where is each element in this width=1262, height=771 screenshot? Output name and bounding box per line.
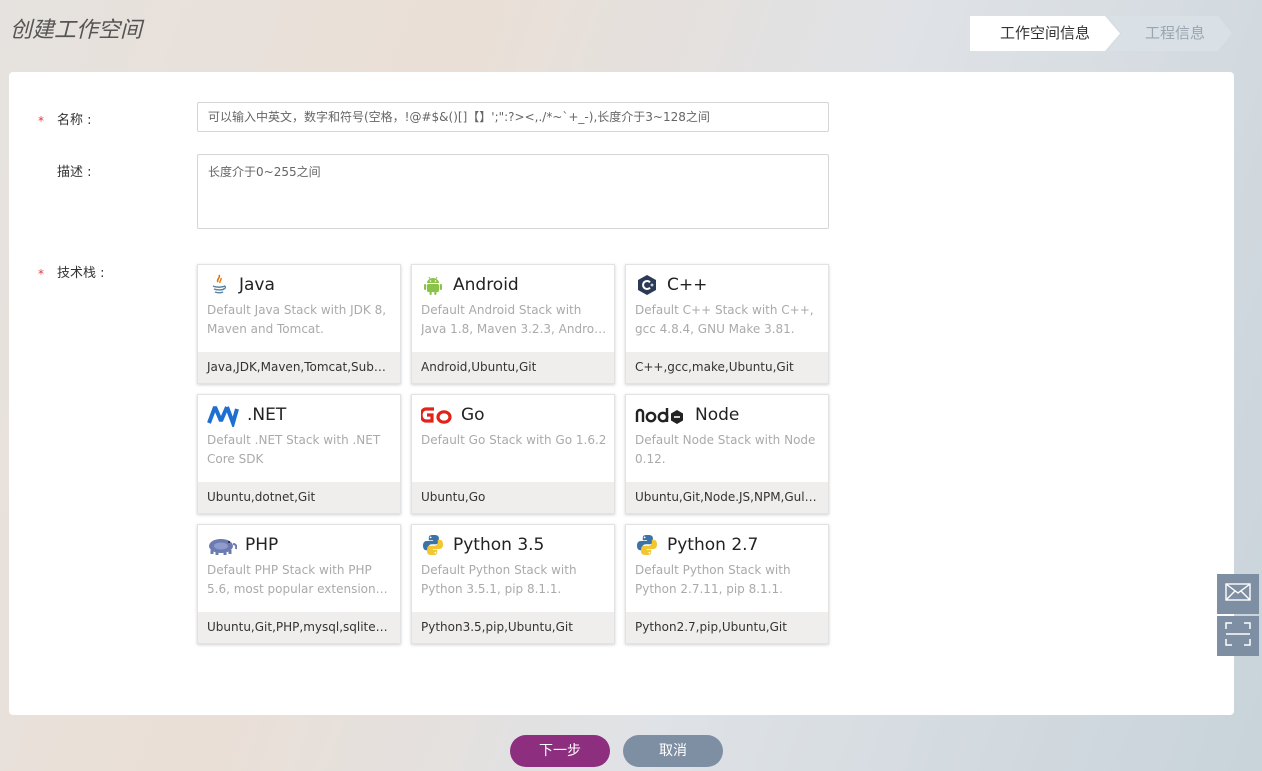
stack-card-java[interactable]: Java Default Java Stack with JDK 8, Mave… xyxy=(197,264,401,384)
name-label: 名称 : xyxy=(57,113,92,128)
stack-card-title: Android xyxy=(453,275,519,295)
stack-card-tags: Python3.5,pip,Ubuntu,Git xyxy=(412,612,614,643)
scan-icon xyxy=(1225,622,1251,650)
page-title: 创建工作空间 xyxy=(10,18,143,43)
stack-card-desc: Default Python Stack with Python 2.7.11,… xyxy=(635,563,791,596)
stack-card-desc: Default Android Stack with Java 1.8, Mav… xyxy=(421,303,606,336)
stack-card-php[interactable]: PHP Default PHP Stack with PHP 5.6, most… xyxy=(197,524,401,644)
form-panel: * 名称 : 描述 : * 技术栈 : Java Default Java St… xyxy=(9,72,1234,715)
stack-card-title: C++ xyxy=(667,275,708,295)
required-mark-stack: * xyxy=(38,267,44,281)
cancel-button[interactable]: 取消 xyxy=(623,735,723,767)
stack-card-cpp[interactable]: C++ Default C++ Stack with C++, gcc 4.8.… xyxy=(625,264,829,384)
stack-card-title: Python 2.7 xyxy=(667,535,759,555)
cpp-icon xyxy=(635,273,659,297)
stack-card-title: Java xyxy=(239,275,275,295)
stack-card-tags: Ubuntu,dotnet,Git xyxy=(198,482,400,513)
stack-card-dotnet[interactable]: .NET Default .NET Stack with .NET Core S… xyxy=(197,394,401,514)
android-icon xyxy=(421,273,445,297)
stack-card-title: Python 3.5 xyxy=(453,535,545,555)
wizard-steps: 工程信息 工作空间信息 xyxy=(970,16,1232,51)
stack-card-desc: Default .NET Stack with .NET Core SDK xyxy=(207,433,381,466)
stack-card-tags: Ubuntu,Git,Node.JS,NPM,Gulp,Bower xyxy=(626,482,828,513)
stack-card-tags: C++,gcc,make,Ubuntu,Git xyxy=(626,352,828,383)
stack-card-desc: Default Node Stack with Node 0.12. xyxy=(635,433,816,466)
stack-card-go[interactable]: Go Default Go Stack with Go 1.6.2 Ubuntu… xyxy=(411,394,615,514)
stack-card-python27[interactable]: Python 2.7 Default Python Stack with Pyt… xyxy=(625,524,829,644)
required-mark-name: * xyxy=(38,114,44,128)
next-step-button[interactable]: 下一步 xyxy=(510,735,610,767)
description-input[interactable] xyxy=(197,154,829,229)
stack-card-desc: Default C++ Stack with C++, gcc 4.8.4, G… xyxy=(635,303,814,336)
stack-card-tags: Ubuntu,Go xyxy=(412,482,614,513)
name-input[interactable] xyxy=(197,102,829,132)
stack-card-tags: Android,Ubuntu,Git xyxy=(412,352,614,383)
stack-card-desc: Default Go Stack with Go 1.6.2 xyxy=(421,433,607,447)
stack-card-node[interactable]: Node Default Node Stack with Node 0.12. … xyxy=(625,394,829,514)
stack-card-desc: Default Python Stack with Python 3.5.1, … xyxy=(421,563,577,596)
stack-label: 技术栈 : xyxy=(57,266,105,281)
stack-card-python35[interactable]: Python 3.5 Default Python Stack with Pyt… xyxy=(411,524,615,644)
stack-card-title: .NET xyxy=(247,405,287,425)
dotnet-icon xyxy=(207,403,239,430)
python-icon xyxy=(635,533,659,557)
node-icon xyxy=(635,403,687,427)
mail-button[interactable] xyxy=(1217,574,1259,614)
php-icon xyxy=(207,533,238,557)
stack-card-tags: Python2.7,pip,Ubuntu,Git xyxy=(626,612,828,643)
stack-card-title: Go xyxy=(461,405,485,425)
stack-card-desc: Default Java Stack with JDK 8, Maven and… xyxy=(207,303,387,336)
step-workspace-info[interactable]: 工作空间信息 xyxy=(970,16,1120,51)
go-icon xyxy=(419,403,453,427)
stack-card-tags: Java,JDK,Maven,Tomcat,Subversion xyxy=(198,352,400,383)
description-label: 描述 : xyxy=(57,165,92,180)
python-icon xyxy=(421,533,445,557)
java-icon xyxy=(207,273,231,297)
step-project-info[interactable]: 工程信息 xyxy=(1108,16,1232,51)
stack-card-tags: Ubuntu,Git,PHP,mysql,sqlite,Apache xyxy=(198,612,400,643)
stack-card-title: PHP xyxy=(245,535,279,555)
stack-card-desc: Default PHP Stack with PHP 5.6, most pop… xyxy=(207,563,382,596)
stack-card-title: Node xyxy=(695,405,740,425)
stack-card-android[interactable]: Android Default Android Stack with Java … xyxy=(411,264,615,384)
scan-button[interactable] xyxy=(1217,616,1259,656)
mail-icon xyxy=(1225,582,1251,606)
